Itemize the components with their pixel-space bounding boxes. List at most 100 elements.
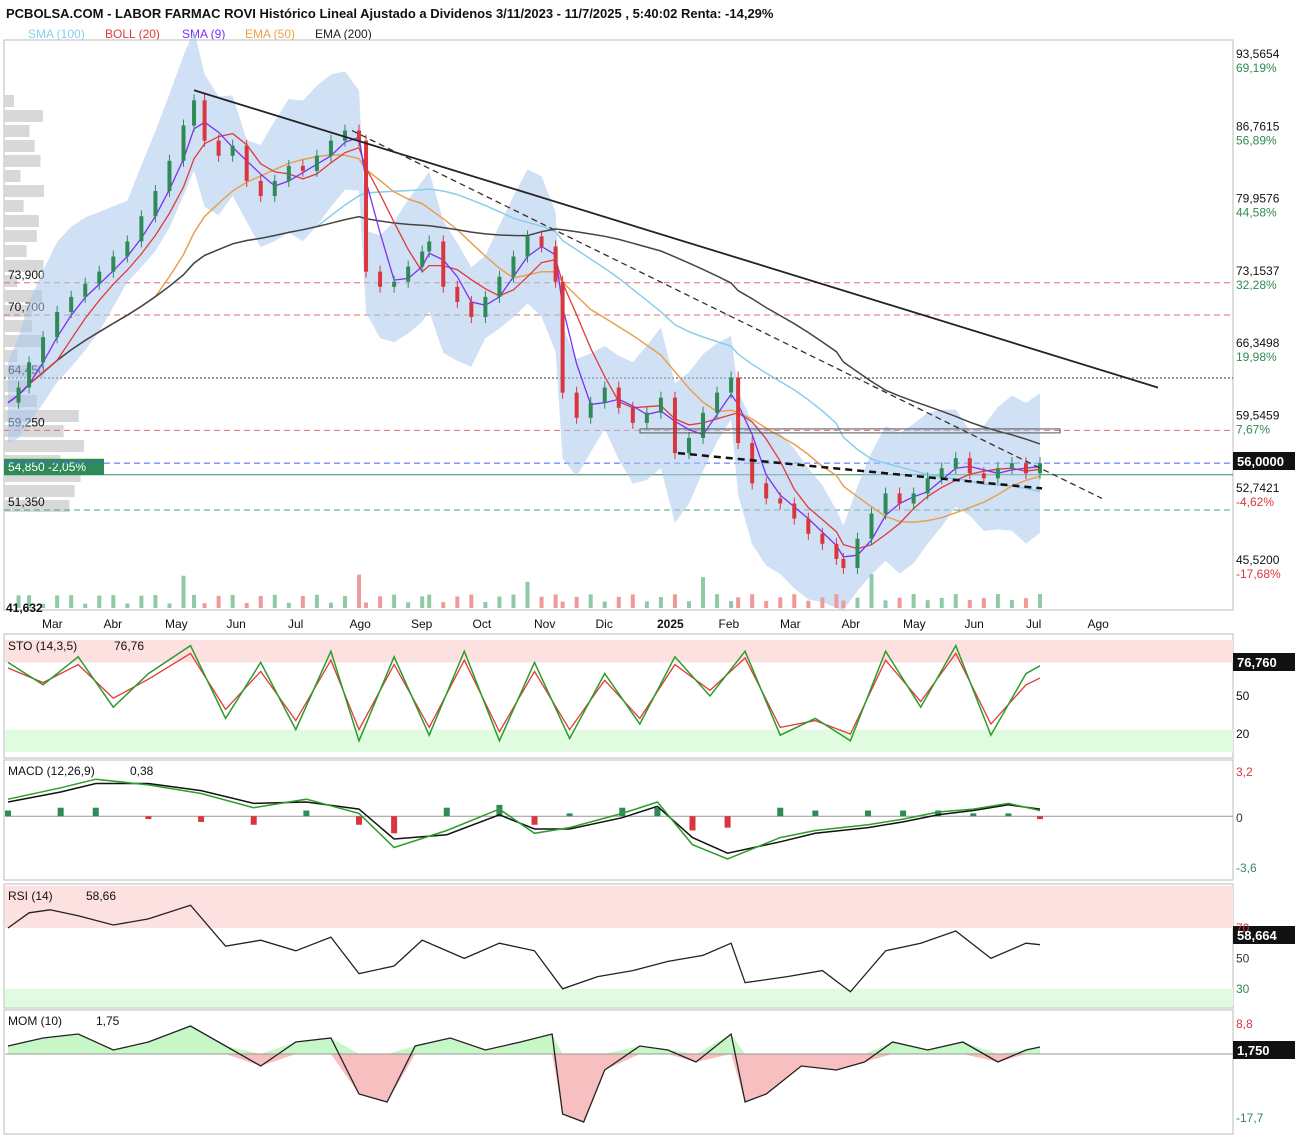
x-tick-label-3: Jun xyxy=(227,617,246,631)
macd-histogram-bar xyxy=(5,810,11,817)
candle-body xyxy=(750,443,755,484)
volume-bar xyxy=(202,603,207,608)
macd-histogram-bar xyxy=(531,816,538,825)
candle-body xyxy=(455,286,460,302)
volume-profile-bar xyxy=(4,440,84,452)
candle-body xyxy=(897,493,902,504)
rsi-label: RSI (14) xyxy=(8,889,53,903)
volume-bar xyxy=(483,601,488,608)
volume-bar xyxy=(230,594,235,608)
volume-bar xyxy=(897,597,902,608)
candle-body xyxy=(55,311,60,338)
volume-profile-bar xyxy=(4,200,24,212)
right-tick-pct-0: 69,19% xyxy=(1236,61,1277,75)
macd-line xyxy=(7,778,1041,860)
right-tick-value-5: 59,5459 xyxy=(1236,409,1280,423)
volume-bar xyxy=(750,594,755,608)
volume-bar xyxy=(820,597,825,608)
candle-body xyxy=(995,468,1000,479)
volume-bar xyxy=(216,595,221,608)
mom-positive-area xyxy=(8,1026,1040,1054)
right-tick-value-2: 79,9576 xyxy=(1236,192,1280,206)
macd-histogram-bar xyxy=(57,807,64,817)
candle-body xyxy=(83,283,88,297)
chart-title: PCBOLSA.COM - LABOR FARMAC ROVI Históric… xyxy=(6,6,774,21)
candle-body xyxy=(715,392,720,413)
x-tick-label-6: Sep xyxy=(411,617,433,631)
volume-bar xyxy=(672,594,677,608)
volume-bar xyxy=(244,602,249,608)
volume-bar xyxy=(139,595,144,608)
candle-body xyxy=(778,498,783,504)
rsi-tick-2: 30 xyxy=(1236,982,1250,996)
right-tick-pct-6: -4,62% xyxy=(1236,495,1274,509)
candle-body xyxy=(841,558,846,569)
mom-tick-1: -17,7 xyxy=(1236,1111,1264,1125)
volume-bar xyxy=(167,603,172,608)
rsi-panel: RSI (14) 58,6670503058,664 xyxy=(3,883,1295,1009)
volume-bar xyxy=(272,594,277,608)
candle-body xyxy=(97,271,102,284)
volume-bar xyxy=(392,594,397,608)
stock-chart: PCBOLSA.COM - LABOR FARMAC ROVI Históric… xyxy=(3,6,1295,1135)
rsi-tick-1: 50 xyxy=(1236,951,1250,965)
candle-body xyxy=(511,256,516,277)
volume-bar xyxy=(469,594,474,608)
candle-body xyxy=(792,503,797,519)
candle-body xyxy=(588,402,593,418)
volume-bar xyxy=(455,596,460,608)
candle-body xyxy=(441,241,446,287)
mom-tick-0: 8,8 xyxy=(1236,1017,1253,1031)
candle-body xyxy=(378,271,383,287)
candle-body xyxy=(658,397,663,413)
volume-bar xyxy=(644,601,649,608)
volume-bar xyxy=(939,597,944,608)
candle-body xyxy=(672,397,677,454)
candle-body xyxy=(357,130,362,141)
x-tick-label-5: Ago xyxy=(350,617,372,631)
x-tick-label-9: Dic xyxy=(596,617,613,631)
sto-d-line xyxy=(7,652,1041,735)
volume-bar xyxy=(511,594,516,608)
candle-body xyxy=(820,533,825,544)
candle-body xyxy=(69,296,74,312)
mom-value: 1,75 xyxy=(96,1014,120,1028)
candle-body xyxy=(427,241,432,252)
volume-bar xyxy=(841,600,846,608)
volume-profile-bar xyxy=(4,230,37,242)
macd-histogram-bar xyxy=(145,816,152,820)
macd-histogram-bar xyxy=(443,807,450,817)
candle-body xyxy=(27,362,32,388)
candle-body xyxy=(328,140,333,156)
legend-item-0: SMA (100) xyxy=(28,27,85,41)
volume-bar xyxy=(616,596,621,608)
x-tick-label-8: Nov xyxy=(534,617,555,631)
x-tick-label-12: Mar xyxy=(780,617,801,631)
candle-body xyxy=(497,276,502,297)
sto-label: STO (14,3,5) xyxy=(8,639,77,653)
volume-bar xyxy=(806,600,811,608)
volume-bar xyxy=(778,597,783,608)
candle-body xyxy=(244,145,249,181)
sto-overbought-zone xyxy=(5,640,1233,663)
right-tick-pct-7: -17,68% xyxy=(1236,567,1281,581)
candle-body xyxy=(1009,463,1014,469)
volume-bar xyxy=(497,596,502,608)
macd-histogram-bar xyxy=(566,813,573,817)
candle-body xyxy=(525,236,530,257)
candle-body xyxy=(230,145,235,156)
bollinger-band-area xyxy=(8,30,1040,611)
candle-body xyxy=(686,437,691,454)
macd-histogram-bar xyxy=(865,810,871,817)
volume-bar xyxy=(364,602,369,608)
mom-label: MOM (10) xyxy=(8,1014,62,1028)
volume-bar xyxy=(357,574,362,608)
volume-bar xyxy=(911,594,916,608)
right-tick-pct-2: 44,58% xyxy=(1236,206,1277,220)
volume-bar xyxy=(792,594,797,608)
candle-body xyxy=(560,281,565,393)
right-tick-pct-3: 32,28% xyxy=(1236,278,1277,292)
macd-histogram-bar xyxy=(92,807,99,817)
macd-tick-0: 3,2 xyxy=(1236,765,1253,779)
volume-bar xyxy=(406,602,411,608)
